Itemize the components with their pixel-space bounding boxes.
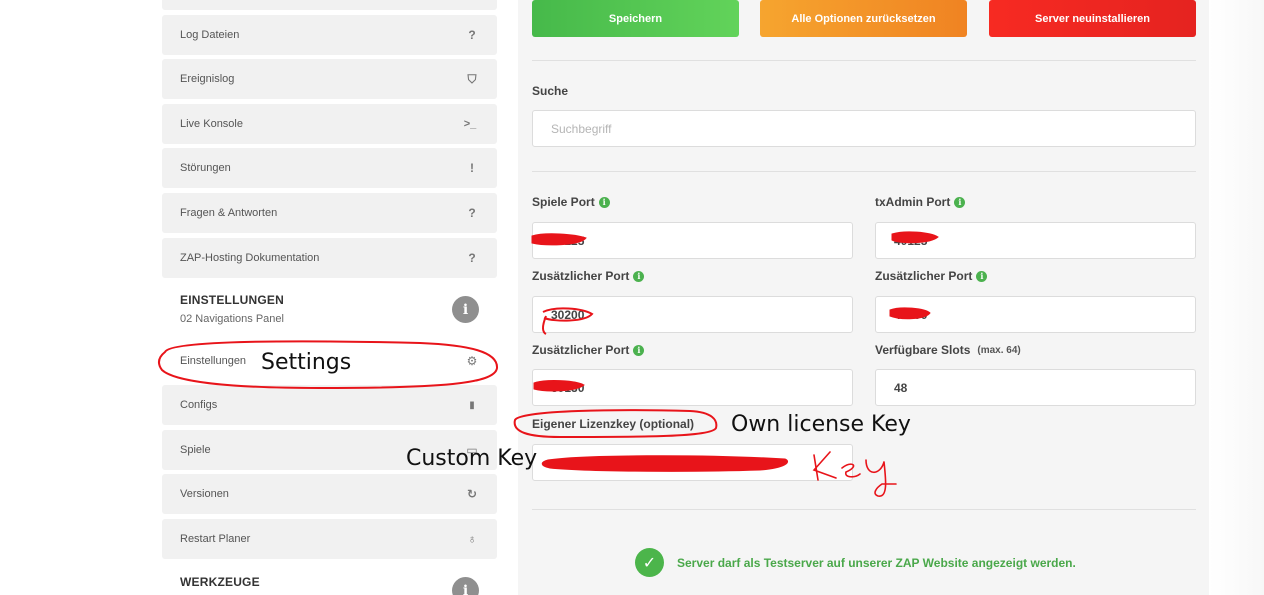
extra-port-label-text: Zusätzlicher Port bbox=[532, 343, 630, 357]
reset-options-button[interactable]: Alle Optionen zurücksetzen bbox=[760, 0, 967, 37]
terminal-icon: >_ bbox=[463, 118, 477, 130]
question-icon: ? bbox=[468, 28, 476, 42]
license-key-field[interactable] bbox=[532, 444, 853, 481]
license-key-label-text: Eigener Lizenzkey (optional) bbox=[532, 417, 695, 431]
sidebar-item-label: Restart Planer bbox=[180, 533, 251, 545]
slots-field[interactable]: 48 bbox=[875, 369, 1196, 406]
txadmin-port-label: txAdmin Port i bbox=[875, 195, 966, 209]
game-port-label: Spiele Port i bbox=[532, 195, 610, 209]
search-label: Suche bbox=[532, 84, 568, 98]
txadmin-port-label-text: txAdmin Port bbox=[875, 195, 951, 209]
section-title: WERKZEUGE bbox=[180, 575, 260, 589]
sidebar-item-live-console[interactable]: Live Konsole >_ bbox=[162, 104, 497, 144]
tools-section-header: WERKZEUGE bbox=[180, 575, 480, 589]
refresh-icon: ↻ bbox=[466, 487, 478, 501]
right-edge bbox=[1209, 0, 1264, 595]
settings-panel: Speichern Alle Optionen zurücksetzen Ser… bbox=[518, 0, 1209, 595]
extra-port-1-field[interactable]: 30200 bbox=[532, 296, 853, 333]
section-title: EINSTELLUNGEN bbox=[180, 293, 284, 307]
extra-port-2-field[interactable]: 40200 bbox=[875, 296, 1196, 333]
info-icon[interactable]: i bbox=[633, 344, 645, 356]
file-icon: ▮ bbox=[469, 399, 475, 411]
license-key-label: Eigener Lizenzkey (optional) bbox=[532, 417, 694, 431]
sidebar-item-label: Log Dateien bbox=[180, 29, 240, 41]
test-server-text: Server darf als Testserver auf unserer Z… bbox=[677, 555, 1076, 570]
sidebar-item-versions[interactable]: Versionen ↻ bbox=[162, 474, 497, 514]
save-button[interactable]: Speichern bbox=[532, 0, 739, 37]
sidebar-item-documentation[interactable]: ZAP-Hosting Dokumentation ? bbox=[162, 238, 497, 278]
custom-key-annotation: Custom Key bbox=[406, 446, 538, 471]
own-license-key-annotation: Own license Key bbox=[731, 412, 911, 437]
extra-port-3-label: Zusätzlicher Port i bbox=[532, 343, 645, 357]
reinstall-server-button[interactable]: Server neuinstallieren bbox=[989, 0, 1196, 37]
slots-label: Verfügbare Slots (max. 64) bbox=[875, 343, 1021, 357]
gears-icon: ⚙ bbox=[466, 354, 478, 368]
question-icon: ? bbox=[468, 251, 476, 265]
lightbulb-icon: ♁ bbox=[467, 532, 477, 546]
settings-section-header: EINSTELLUNGEN 02 Navigations Panel bbox=[180, 293, 480, 325]
info-icon[interactable]: i bbox=[633, 270, 645, 282]
sidebar-item-label: Spiele bbox=[180, 444, 211, 456]
divider bbox=[532, 171, 1196, 172]
slots-label-text: Verfügbare Slots bbox=[875, 343, 971, 357]
exclamation-icon: ! bbox=[470, 161, 474, 175]
sidebar-item-label: Fragen & Antworten bbox=[180, 207, 278, 219]
sidebar-item-log-files[interactable]: Log Dateien ? bbox=[162, 15, 497, 55]
extra-port-label-text: Zusätzlicher Port bbox=[875, 269, 973, 283]
sidebar-item-label: Störungen bbox=[180, 162, 231, 174]
extra-port-3-field[interactable]: 30130 bbox=[532, 369, 853, 406]
sidebar-item-faq[interactable]: Fragen & Antworten ? bbox=[162, 193, 497, 233]
question-icon: ? bbox=[468, 206, 476, 220]
txadmin-port-field[interactable]: 40125 bbox=[875, 222, 1196, 259]
sidebar-item-partial[interactable] bbox=[162, 0, 497, 10]
extra-port-1-label: Zusätzlicher Port i bbox=[532, 269, 645, 283]
section-subtitle: 02 Navigations Panel bbox=[180, 313, 284, 325]
shield-icon: ⛉ bbox=[467, 71, 477, 86]
extra-port-label-text: Zusätzlicher Port bbox=[532, 269, 630, 283]
info-icon[interactable]: i bbox=[954, 196, 966, 208]
sidebar-item-label: Einstellungen bbox=[180, 355, 247, 367]
search-input[interactable]: Suchbegriff bbox=[532, 110, 1196, 147]
sidebar-item-label: Versionen bbox=[180, 488, 229, 500]
info-icon[interactable]: i bbox=[976, 270, 988, 282]
divider bbox=[532, 60, 1196, 61]
info-icon[interactable]: i bbox=[452, 296, 479, 323]
game-port-field[interactable]: 30125 bbox=[532, 222, 853, 259]
settings-annotation: Settings bbox=[261, 350, 352, 375]
sidebar-item-restart-planner[interactable]: Restart Planer ♁ bbox=[162, 519, 497, 559]
extra-port-2-label: Zusätzlicher Port i bbox=[875, 269, 988, 283]
slots-hint: (max. 64) bbox=[977, 344, 1021, 356]
game-port-label-text: Spiele Port bbox=[532, 195, 595, 209]
sidebar-item-label: Configs bbox=[180, 399, 218, 411]
test-server-option[interactable]: ✓ Server darf als Testserver auf unserer… bbox=[635, 548, 1076, 577]
search-label-text: Suche bbox=[532, 84, 569, 98]
info-icon[interactable]: i bbox=[598, 196, 610, 208]
sidebar-item-configs[interactable]: Configs ▮ bbox=[162, 385, 497, 425]
divider bbox=[532, 509, 1196, 510]
sidebar-item-label: Ereignislog bbox=[180, 73, 235, 85]
sidebar-item-disruptions[interactable]: Störungen ! bbox=[162, 148, 497, 188]
sidebar-item-event-log[interactable]: Ereignislog ⛉ bbox=[162, 59, 497, 99]
sidebar-item-label: Live Konsole bbox=[180, 118, 243, 130]
sidebar-item-label: ZAP-Hosting Dokumentation bbox=[180, 252, 320, 264]
checkmark-icon[interactable]: ✓ bbox=[635, 548, 664, 577]
